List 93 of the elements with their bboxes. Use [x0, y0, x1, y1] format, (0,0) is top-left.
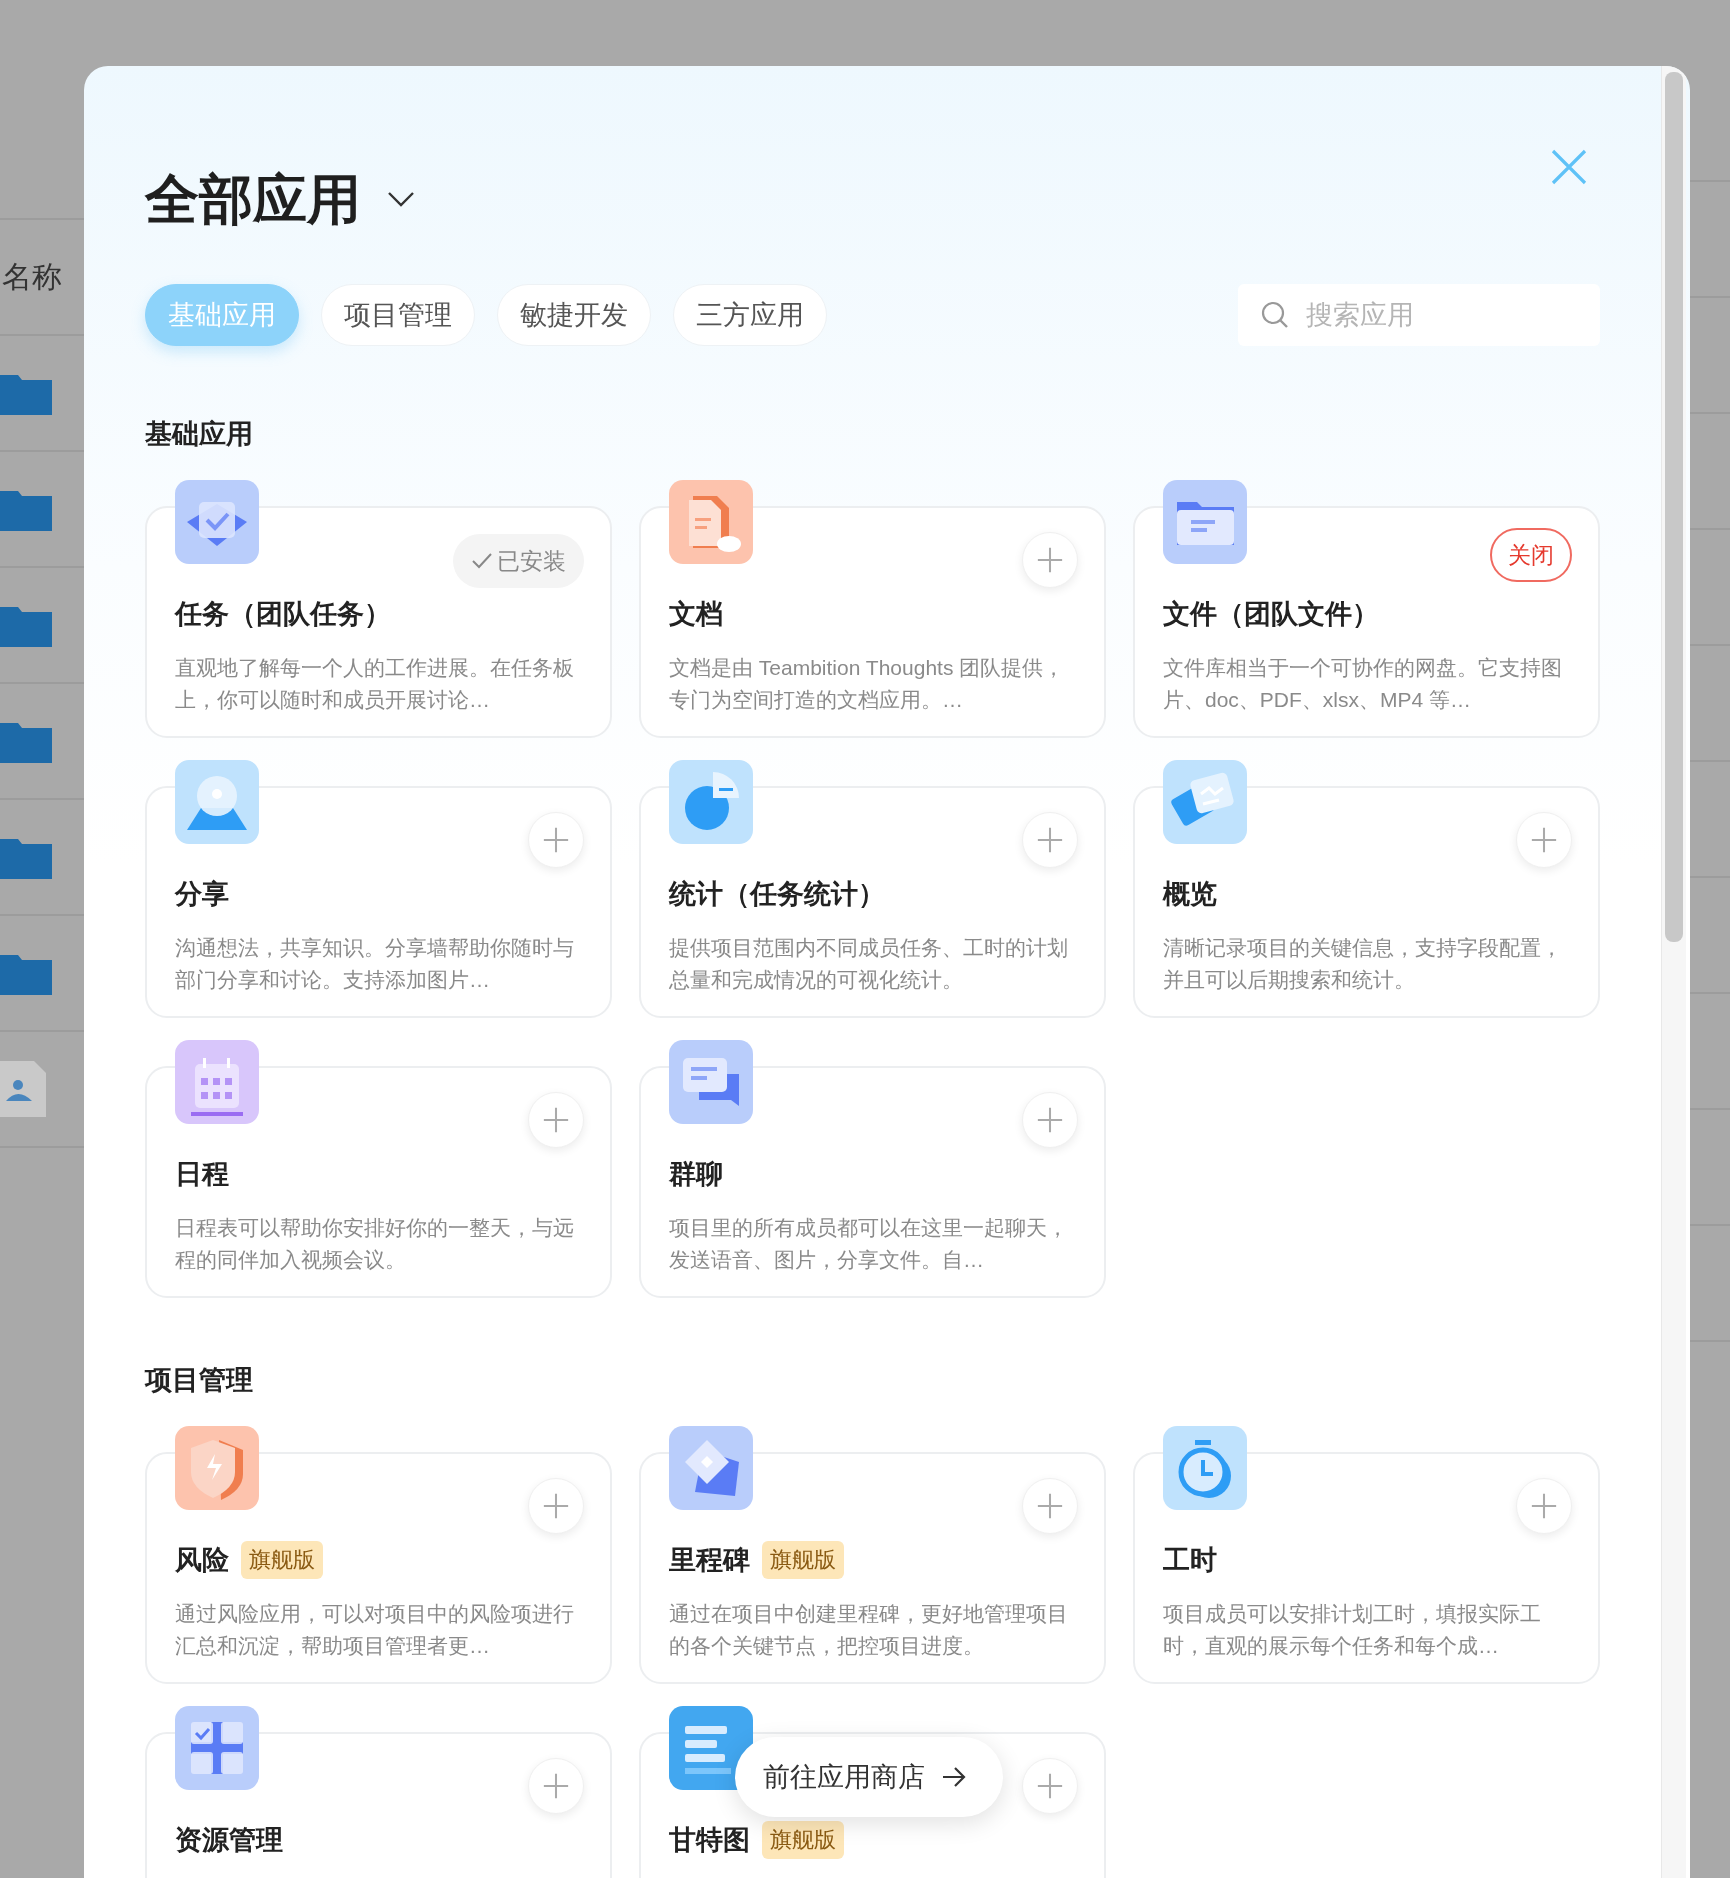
- edition-badge: 旗舰版: [241, 1541, 323, 1579]
- plus-icon: [1530, 1492, 1558, 1520]
- document-icon: [669, 480, 753, 564]
- app-name: 文件（团队文件）: [1163, 598, 1379, 631]
- app-name: 资源管理: [175, 1824, 283, 1857]
- app-name: 任务（团队任务）: [175, 598, 391, 631]
- add-button[interactable]: [528, 812, 584, 868]
- person-icon: [175, 760, 259, 844]
- add-button[interactable]: [528, 1092, 584, 1148]
- app-name: 文档: [669, 598, 723, 631]
- checkmark-icon: [471, 552, 493, 570]
- app-card[interactable]: 文档 文档是由 Teambition Thoughts 团队提供，专门为空间打造的文档应用。…: [639, 506, 1106, 738]
- app-description: 通过在项目中创建里程碑，更好地管理项目的各个关键节点，把控项目进度。: [669, 1601, 1069, 1659]
- add-button[interactable]: [1022, 1092, 1078, 1148]
- add-button[interactable]: [1022, 532, 1078, 588]
- checkmark-icon: [175, 480, 259, 564]
- close-app-button[interactable]: 关闭: [1490, 528, 1572, 582]
- plus-icon: [1036, 826, 1064, 854]
- app-name: 甘特图: [669, 1824, 750, 1857]
- add-button[interactable]: [528, 1478, 584, 1534]
- app-description: 提供项目范围内不同成员任务、工时的计划总量和完成情况的可视化统计。: [669, 935, 1069, 993]
- plus-icon: [542, 1772, 570, 1800]
- section-heading: 项目管理: [145, 1364, 254, 1397]
- app-card[interactable]: 已安装 任务（团队任务） 直观地了解每一个人的工作进展。在任务板上，你可以随时和成员开展讨论…: [145, 506, 612, 738]
- section-heading: 基础应用: [145, 418, 254, 451]
- search-field[interactable]: 搜索应用: [1238, 284, 1600, 346]
- app-name: 概览: [1163, 878, 1217, 911]
- pie-chart-icon: [669, 760, 753, 844]
- app-name: 日程: [175, 1158, 229, 1191]
- chevron-down-icon[interactable]: [387, 191, 415, 207]
- app-description: 日程表可以帮助你安排好你的一整天，与远程的同伴加入视频会议。: [175, 1215, 575, 1273]
- app-description: 项目成员可以安排计划工时，填报实际工时，直观的展示每个任务和每个成…: [1163, 1601, 1542, 1659]
- app-store-button[interactable]: 前往应用商店: [735, 1737, 1003, 1817]
- plus-icon: [542, 1492, 570, 1520]
- category-tab[interactable]: 敏捷开发: [497, 284, 651, 346]
- add-button[interactable]: [1516, 812, 1572, 868]
- search-input[interactable]: 搜索应用: [1304, 298, 1578, 332]
- app-card[interactable]: 风险 旗舰版 通过风险应用，可以对项目中的风险项进行汇总和沉淀，帮助项目管理者更…: [145, 1452, 612, 1684]
- app-description: 文件库相当于一个可协作的网盘。它支持图片、doc、PDF、xlsx、MP4 等…: [1163, 655, 1563, 713]
- close-icon[interactable]: [1550, 148, 1588, 186]
- dialog-title: 全部应用: [145, 168, 361, 231]
- add-button[interactable]: [1022, 1758, 1078, 1814]
- category-tab[interactable]: 项目管理: [321, 284, 475, 346]
- app-description: 通过风险应用，可以对项目中的风险项进行汇总和沉淀，帮助项目管理者更…: [175, 1601, 575, 1659]
- person-file-icon: [0, 1061, 46, 1117]
- edition-badge: 旗舰版: [762, 1821, 844, 1859]
- arrow-right-icon: [941, 1766, 967, 1788]
- app-name: 里程碑: [669, 1544, 750, 1577]
- plus-icon: [542, 826, 570, 854]
- plus-icon: [1530, 826, 1558, 854]
- app-card[interactable]: 群聊 项目里的所有成员都可以在这里一起聊天，发送语音、图片，分享文件。自…: [639, 1066, 1106, 1298]
- shield-icon: [175, 1426, 259, 1510]
- app-card[interactable]: 工时 项目成员可以安排计划工时，填报实际工时，直观的展示每个任务和每个成…: [1133, 1452, 1600, 1684]
- app-name: 群聊: [669, 1158, 723, 1191]
- edition-badge: 旗舰版: [762, 1541, 844, 1579]
- plus-icon: [1036, 1772, 1064, 1800]
- grid-icon: [175, 1706, 259, 1790]
- app-description: 项目里的所有成员都可以在这里一起聊天，发送语音、图片，分享文件。自…: [669, 1215, 1069, 1273]
- app-card[interactable]: 关闭 文件（团队文件） 文件库相当于一个可协作的网盘。它支持图片、doc、PDF、xlsx、MP4 等…: [1133, 506, 1600, 738]
- add-button[interactable]: [1022, 1478, 1078, 1534]
- plus-icon: [1036, 546, 1064, 574]
- add-button[interactable]: [1022, 812, 1078, 868]
- diamond-tag-icon: [669, 1426, 753, 1510]
- app-name: 分享: [175, 878, 229, 911]
- app-name: 统计（任务统计）: [669, 878, 885, 911]
- search-icon: [1260, 300, 1290, 330]
- folder-icon: [1163, 480, 1247, 564]
- stopwatch-icon: [1163, 1426, 1247, 1510]
- scrollbar-thumb[interactable]: [1665, 72, 1683, 942]
- gantt-icon: [669, 1706, 753, 1790]
- add-button[interactable]: [528, 1758, 584, 1814]
- app-card[interactable]: 概览 清晰记录项目的关键信息，支持字段配置，并且可以后期搜索和统计。: [1133, 786, 1600, 1018]
- calendar-icon: [175, 1040, 259, 1124]
- app-card[interactable]: 资源管理: [145, 1732, 612, 1878]
- category-tab[interactable]: 三方应用: [673, 284, 827, 346]
- app-card[interactable]: 统计（任务统计） 提供项目范围内不同成员任务、工时的计划总量和完成情况的可视化统计。: [639, 786, 1106, 1018]
- chart-card-icon: [1163, 760, 1247, 844]
- app-description: 清晰记录项目的关键信息，支持字段配置，并且可以后期搜索和统计。: [1163, 935, 1563, 993]
- app-name: 工时: [1163, 1544, 1217, 1577]
- app-card[interactable]: 日程 日程表可以帮助你安排好你的一整天，与远程的同伴加入视频会议。: [145, 1066, 612, 1298]
- plus-icon: [1036, 1492, 1064, 1520]
- app-card[interactable]: 分享 沟通想法，共享知识。分享墙帮助你随时与部门分享和讨论。支持添加图片…: [145, 786, 612, 1018]
- add-button[interactable]: [1516, 1478, 1572, 1534]
- plus-icon: [542, 1106, 570, 1134]
- column-header: 名称: [1, 258, 62, 295]
- app-card[interactable]: 里程碑 旗舰版 通过在项目中创建里程碑，更好地管理项目的各个关键节点，把控项目进度。: [639, 1452, 1106, 1684]
- app-description: 沟通想法，共享知识。分享墙帮助你随时与部门分享和讨论。支持添加图片…: [175, 935, 575, 993]
- plus-icon: [1036, 1106, 1064, 1134]
- installed-label: 已安装: [497, 546, 566, 576]
- chat-bubble-icon: [669, 1040, 753, 1124]
- app-name: 风险: [175, 1544, 229, 1577]
- app-description: 直观地了解每一个人的工作进展。在任务板上，你可以随时和成员开展讨论…: [175, 655, 575, 713]
- app-description: 文档是由 Teambition Thoughts 团队提供，专门为空间打造的文档应用。…: [669, 655, 1066, 713]
